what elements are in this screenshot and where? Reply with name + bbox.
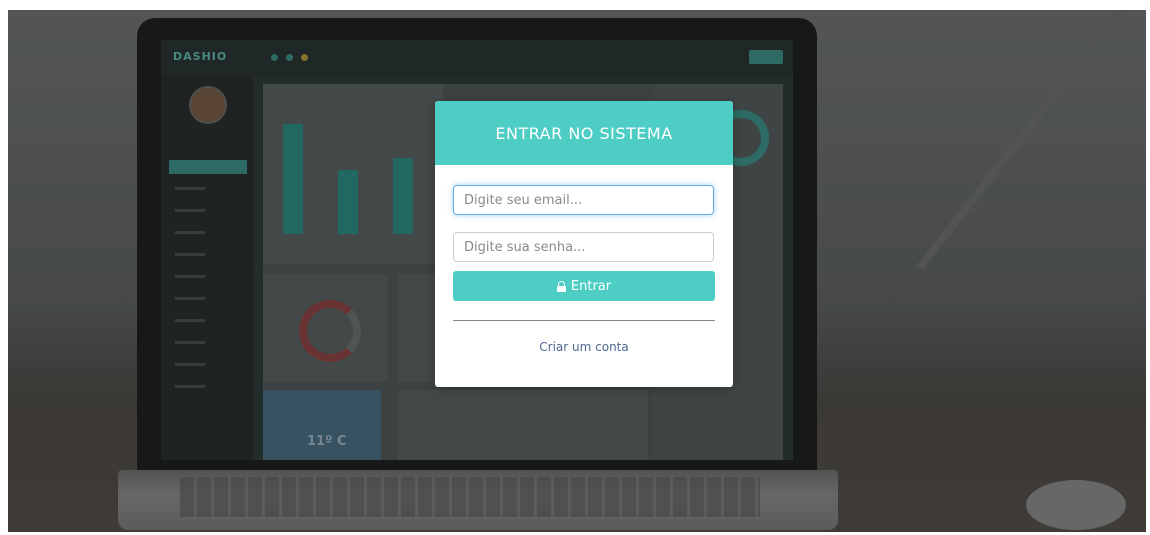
login-modal: ENTRAR NO SISTEMA Entrar Criar um conta [435,101,733,387]
login-button[interactable]: Entrar [453,271,715,301]
login-button-label: Entrar [570,278,612,294]
modal-header: ENTRAR NO SISTEMA [435,101,733,165]
modal-title: ENTRAR NO SISTEMA [495,123,673,143]
create-account-link[interactable]: Criar um conta [435,340,733,354]
lock-icon [556,280,566,292]
email-field[interactable] [453,185,714,215]
password-field[interactable] [453,232,714,262]
divider [453,320,715,321]
